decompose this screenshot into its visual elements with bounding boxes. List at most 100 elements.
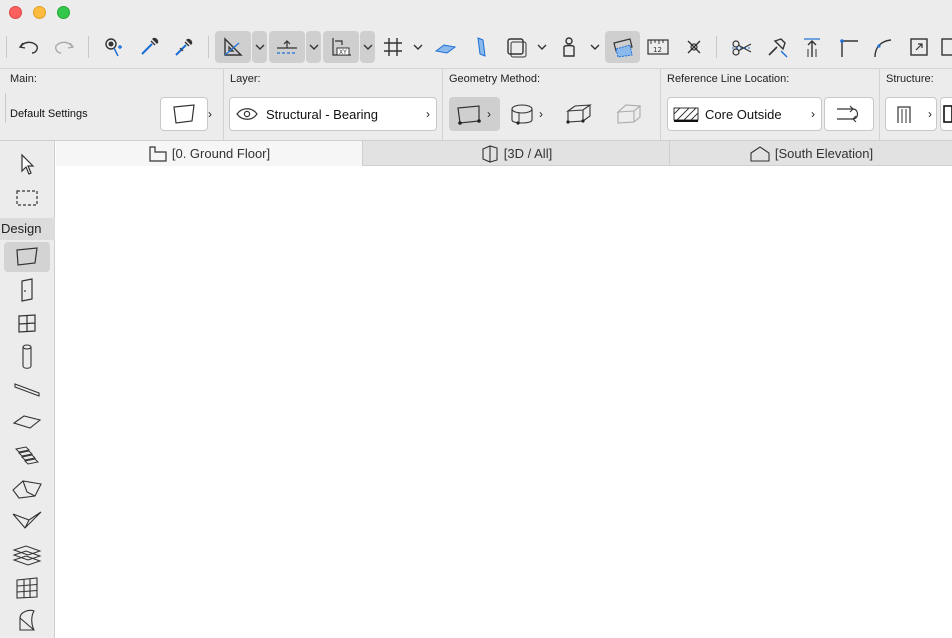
curve-icon bbox=[874, 39, 892, 58]
more-tools-button[interactable] bbox=[938, 31, 952, 63]
tab-label: [3D / All] bbox=[503, 146, 553, 161]
structure-icon bbox=[897, 106, 911, 123]
split-button[interactable] bbox=[727, 31, 757, 63]
hatch-icon bbox=[673, 107, 699, 122]
reference-line-select[interactable]: Core Outside › bbox=[667, 97, 822, 131]
eye-icon bbox=[236, 108, 258, 120]
wall-settings-button[interactable] bbox=[160, 97, 208, 131]
structure-extra-button[interactable] bbox=[940, 97, 952, 131]
straight-geometry-button[interactable]: › bbox=[449, 97, 500, 131]
window-tool[interactable] bbox=[4, 308, 50, 338]
toolbar-separator bbox=[6, 36, 7, 58]
arrow-pointer-icon bbox=[21, 153, 35, 175]
layer-label: Layer: bbox=[230, 73, 261, 85]
figure-icon bbox=[563, 37, 575, 57]
chained-geometry-button[interactable] bbox=[561, 97, 597, 131]
close-window-button[interactable] bbox=[9, 6, 22, 19]
figure-button[interactable] bbox=[554, 31, 584, 63]
ruler-angle-icon bbox=[224, 37, 243, 56]
guideline-button[interactable] bbox=[269, 31, 305, 63]
resize-icon bbox=[910, 38, 928, 56]
chevron-down-icon bbox=[309, 44, 318, 50]
partial-tool-icon bbox=[941, 38, 952, 56]
dimension-icon: 12 bbox=[647, 39, 669, 55]
offset-icon bbox=[804, 38, 820, 57]
stair-tool[interactable] bbox=[4, 441, 50, 471]
view-tabs: [0. Ground Floor] [3D / All] [South Elev… bbox=[56, 141, 952, 166]
structure-panel: Structure: › bbox=[880, 69, 952, 141]
wall-tool[interactable] bbox=[4, 242, 50, 272]
undo-button[interactable] bbox=[14, 31, 44, 63]
mesh-tool[interactable] bbox=[4, 540, 50, 570]
tab-ground-floor[interactable]: [0. Ground Floor] bbox=[56, 141, 363, 166]
structure-select[interactable]: › bbox=[885, 97, 937, 131]
beam-tool[interactable] bbox=[4, 375, 50, 405]
chevron-down-icon bbox=[363, 44, 372, 50]
roof-tool[interactable] bbox=[4, 474, 50, 504]
view-frame-button[interactable] bbox=[501, 31, 531, 63]
3d-view-icon bbox=[482, 144, 498, 163]
adjust-button[interactable] bbox=[762, 31, 792, 63]
ruler-angle-button[interactable] bbox=[215, 31, 251, 63]
wall-shape-icon bbox=[477, 37, 486, 57]
door-tool[interactable] bbox=[4, 275, 50, 305]
structure-label: Structure: bbox=[886, 73, 934, 85]
eyedropper-button[interactable] bbox=[134, 31, 164, 63]
window-icon bbox=[18, 314, 36, 333]
xy-coordinate-icon: XY bbox=[332, 38, 351, 56]
marquee-tool[interactable] bbox=[4, 183, 50, 213]
dimension-button[interactable]: 12 bbox=[643, 31, 673, 63]
plane-icon bbox=[434, 44, 457, 54]
layer-select[interactable]: Structural - Bearing › bbox=[229, 97, 437, 131]
spot-button[interactable] bbox=[679, 31, 709, 63]
figure-dropdown[interactable] bbox=[588, 31, 602, 63]
column-tool[interactable] bbox=[4, 342, 50, 372]
split-icon bbox=[732, 40, 752, 56]
chevron-right-icon[interactable]: › bbox=[208, 107, 212, 121]
shell-icon bbox=[12, 511, 42, 529]
zoom-window-button[interactable] bbox=[57, 6, 70, 19]
reference-line-value: Core Outside bbox=[705, 106, 782, 122]
arrow-tool[interactable] bbox=[4, 149, 50, 179]
curtain-wall-tool[interactable] bbox=[4, 573, 50, 603]
tab-label: [0. Ground Floor] bbox=[171, 146, 271, 161]
chevron-down-icon bbox=[537, 44, 547, 50]
tab-south-elevation[interactable]: [South Elevation] bbox=[670, 141, 952, 166]
resize-button[interactable] bbox=[904, 31, 934, 63]
xy-coordinate-button[interactable]: XY bbox=[323, 31, 359, 63]
xy-coordinate-dropdown[interactable] bbox=[360, 31, 375, 63]
morph-tool[interactable] bbox=[4, 606, 50, 636]
trapezoid-geometry-button[interactable] bbox=[611, 97, 647, 131]
grid-snap-dropdown[interactable] bbox=[411, 31, 425, 63]
find-select-button[interactable] bbox=[99, 31, 129, 63]
offset-button[interactable] bbox=[797, 31, 827, 63]
tab-3d-all[interactable]: [3D / All] bbox=[363, 141, 670, 166]
door-icon bbox=[21, 278, 33, 302]
slab-tool[interactable] bbox=[4, 407, 50, 437]
chevron-right-icon: › bbox=[539, 107, 543, 121]
shell-tool[interactable] bbox=[4, 507, 50, 537]
plane-button[interactable] bbox=[430, 31, 460, 63]
curved-geometry-button[interactable]: › bbox=[509, 97, 549, 131]
drawing-canvas[interactable] bbox=[56, 166, 952, 638]
wall-shape-button[interactable] bbox=[466, 31, 496, 63]
view-frame-dropdown[interactable] bbox=[535, 31, 549, 63]
floor-plan-icon bbox=[149, 145, 167, 162]
minimize-window-button[interactable] bbox=[33, 6, 46, 19]
corner-button[interactable] bbox=[833, 31, 863, 63]
chevron-right-icon: › bbox=[426, 107, 430, 121]
curtain-wall-icon bbox=[16, 577, 38, 599]
grid-snap-button[interactable] bbox=[378, 31, 408, 63]
ruler-angle-dropdown[interactable] bbox=[252, 31, 267, 63]
trace-button[interactable] bbox=[605, 31, 640, 63]
adjust-icon bbox=[768, 38, 788, 58]
spot-icon bbox=[687, 40, 701, 54]
straight-wall-icon bbox=[457, 105, 481, 125]
redo-button[interactable] bbox=[49, 31, 79, 63]
panel-separator bbox=[5, 93, 6, 123]
guideline-dropdown[interactable] bbox=[306, 31, 321, 63]
curve-button[interactable] bbox=[868, 31, 898, 63]
syringe-button[interactable] bbox=[169, 31, 199, 63]
chevron-right-icon: › bbox=[928, 107, 932, 121]
reference-line-flip-button[interactable] bbox=[824, 97, 874, 131]
